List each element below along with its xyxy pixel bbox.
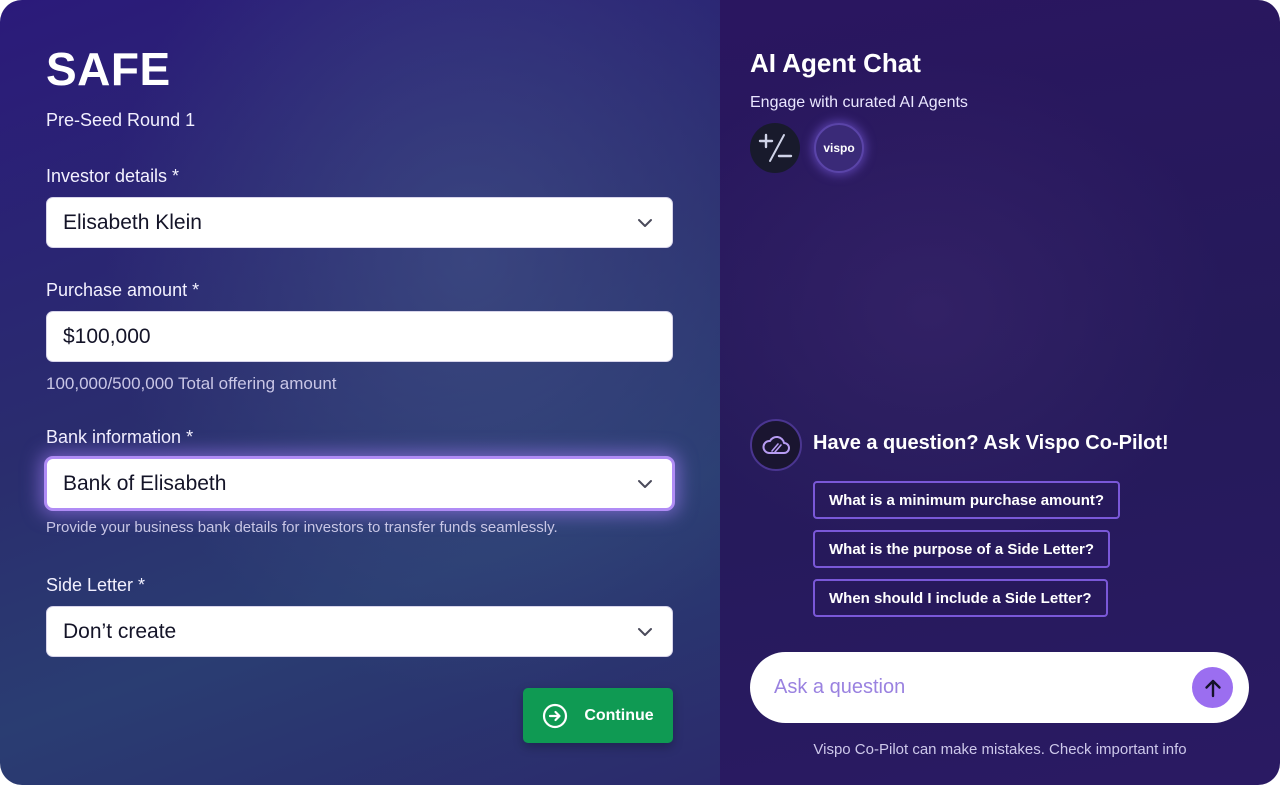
- safe-form-panel: SAFE Pre-Seed Round 1 Investor details *…: [0, 0, 720, 785]
- ai-chat-panel: AI Agent Chat Engage with curated AI Age…: [720, 0, 1280, 785]
- bank-helper: Provide your business bank details for i…: [46, 519, 558, 536]
- suggestion-chip[interactable]: When should I include a Side Letter?: [813, 579, 1108, 617]
- investor-label: Investor details *: [46, 166, 180, 186]
- vispo-agent-label: vispo: [823, 141, 855, 155]
- suggestion-chip[interactable]: What is a minimum purchase amount?: [813, 481, 1121, 519]
- calculator-agent-avatar[interactable]: [750, 123, 800, 173]
- chevron-down-icon: [638, 219, 652, 227]
- offering-helper: 100,000/500,000 Total offering amount: [46, 374, 337, 393]
- chevron-down-icon: [638, 628, 652, 636]
- bank-select[interactable]: Bank of Elisabeth: [46, 458, 673, 509]
- side-letter-select[interactable]: Don’t create: [46, 606, 673, 657]
- investor-select[interactable]: Elisabeth Klein: [46, 197, 673, 248]
- bank-label: Bank information *: [46, 427, 194, 447]
- disclaimer-text: Vispo Co-Pilot can make mistakes. Check …: [813, 741, 1187, 758]
- send-button[interactable]: [1192, 667, 1233, 708]
- arrow-up-icon: [1204, 679, 1221, 697]
- app-window: SAFE Pre-Seed Round 1 Investor details *…: [0, 0, 1280, 785]
- vispo-agent-avatar[interactable]: vispo: [814, 123, 864, 173]
- ask-question-input[interactable]: [774, 672, 1174, 702]
- ask-question-box: [750, 652, 1249, 723]
- page-title: SAFE: [46, 43, 171, 95]
- arrow-right-circle-icon: [543, 703, 568, 728]
- chat-title: AI Agent Chat: [750, 48, 921, 78]
- chevron-down-icon: [638, 480, 652, 488]
- bank-value: Bank of Elisabeth: [63, 471, 227, 495]
- copilot-avatar: [750, 419, 802, 471]
- side-letter-label: Side Letter *: [46, 575, 146, 595]
- side-letter-value: Don’t create: [63, 619, 177, 643]
- cloud-logo-icon: [762, 435, 790, 454]
- chat-subtitle: Engage with curated AI Agents: [750, 94, 968, 111]
- purchase-value: $100,000: [63, 324, 151, 348]
- copilot-title: Have a question? Ask Vispo Co-Pilot!: [813, 432, 1169, 454]
- purchase-label: Purchase amount *: [46, 280, 200, 300]
- investor-value: Elisabeth Klein: [63, 210, 202, 234]
- suggestion-chip[interactable]: What is the purpose of a Side Letter?: [813, 530, 1111, 568]
- round-subtitle: Pre-Seed Round 1: [46, 110, 196, 130]
- purchase-amount-input[interactable]: $100,000: [46, 311, 673, 362]
- continue-label: Continue: [584, 706, 654, 724]
- continue-button[interactable]: Continue: [523, 688, 673, 743]
- plus-minus-icon: [758, 133, 793, 162]
